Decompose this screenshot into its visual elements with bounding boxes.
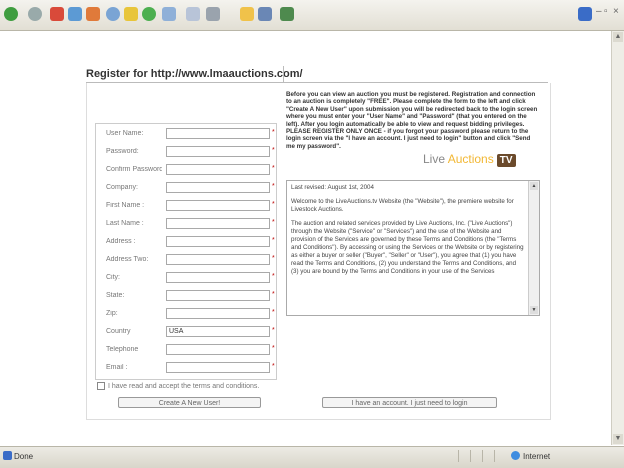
field-label: First Name : [106, 202, 145, 209]
company-input[interactable] [166, 182, 270, 193]
favorites-icon[interactable] [124, 7, 138, 21]
field-label: Zip: [106, 310, 118, 317]
registration-instructions: Before you can view an auction you must … [286, 91, 538, 150]
required-marker: * [272, 147, 275, 154]
required-marker: * [272, 237, 275, 244]
confirm-password-input[interactable] [166, 164, 270, 175]
address-two-input[interactable] [166, 254, 270, 265]
field-label: Last Name : [106, 220, 144, 227]
terms-textarea[interactable]: Last revised: August 1st, 2004 Welcome t… [286, 180, 540, 316]
logo-word-live: Live [423, 152, 446, 166]
field-label: Email : [106, 364, 128, 371]
print-icon[interactable] [206, 7, 220, 21]
refresh-icon[interactable] [68, 7, 82, 21]
scroll-down-icon[interactable]: ▼ [530, 306, 538, 314]
back-icon[interactable] [4, 7, 18, 21]
field-label: City: [106, 274, 120, 281]
accept-terms-checkbox[interactable] [97, 382, 105, 390]
required-marker: * [272, 291, 275, 298]
first-name-input[interactable] [166, 200, 270, 211]
login-button[interactable]: I have an account. I just need to login [322, 397, 497, 408]
title-divider-vertical [283, 66, 284, 83]
browser-toolbar: – ▫ × [0, 0, 624, 31]
telephone-input[interactable] [166, 344, 270, 355]
status-panes [458, 450, 506, 464]
required-marker: * [272, 255, 275, 262]
last-name-input[interactable] [166, 218, 270, 229]
scroll-up-icon[interactable]: ▲ [530, 182, 538, 190]
logo-tv-badge: TV [496, 154, 516, 167]
page-title: Register for http://www.lmaauctions.com/ [86, 68, 303, 80]
windows-logo-icon [578, 7, 592, 21]
security-zone: Internet [523, 452, 551, 461]
required-marker: * [272, 165, 275, 172]
create-user-button[interactable]: Create A New User! [118, 397, 261, 408]
field-label: Address : [106, 238, 136, 245]
page-scrollbar[interactable]: ▲ ▼ [611, 31, 624, 445]
mail-icon[interactable] [186, 7, 200, 21]
field-label: Telephone [106, 346, 139, 353]
search-icon[interactable] [106, 7, 120, 21]
field-label: Company: [106, 184, 138, 191]
password-input[interactable] [166, 146, 270, 157]
zip-input[interactable] [166, 308, 270, 319]
terms-paragraph: Welcome to the LiveAuctions.tv Website (… [291, 198, 514, 213]
required-marker: * [272, 201, 275, 208]
restore-icon[interactable]: ▫ [604, 6, 608, 17]
accept-terms[interactable]: I have read and accept the terms and con… [97, 382, 259, 390]
required-marker: * [272, 273, 275, 280]
globe-icon [511, 451, 520, 460]
required-marker: * [272, 129, 275, 136]
media-icon[interactable] [142, 7, 156, 21]
country-input[interactable] [166, 326, 270, 337]
user-name-input[interactable] [166, 128, 270, 139]
terms-scrollbar[interactable]: ▲ ▼ [528, 181, 539, 315]
folder-icon[interactable] [240, 7, 254, 21]
required-marker: * [272, 219, 275, 226]
page-icon [3, 451, 12, 460]
field-label: State: [106, 292, 125, 299]
required-marker: * [272, 183, 275, 190]
live-auctions-tv-logo: Live Auctions TV [423, 152, 516, 167]
status-bar: Done Internet [0, 446, 624, 468]
required-marker: * [272, 363, 275, 370]
field-label: Address Two: [106, 256, 149, 263]
required-marker: * [272, 327, 275, 334]
history-icon[interactable] [162, 7, 176, 21]
minimize-icon[interactable]: – [596, 6, 602, 17]
required-marker: * [272, 309, 275, 316]
email-input[interactable] [166, 362, 270, 373]
status-text: Done [14, 452, 34, 461]
address-input[interactable] [166, 236, 270, 247]
scroll-up-icon[interactable]: ▲ [613, 32, 623, 42]
edit-icon[interactable] [258, 7, 272, 21]
state-input[interactable] [166, 290, 270, 301]
field-label: Country [106, 328, 131, 335]
terms-paragraph: Last revised: August 1st, 2004 [291, 184, 374, 191]
home-icon[interactable] [86, 7, 100, 21]
forward-icon[interactable] [28, 7, 42, 21]
registration-form: User Name: * Password: * Confirm Passwor… [95, 123, 277, 380]
field-label: Confirm Password: [106, 166, 162, 173]
logo-word-auctions: Auctions [447, 152, 494, 166]
field-label: Password: [106, 148, 139, 155]
accept-terms-label: I have read and accept the terms and con… [108, 382, 260, 390]
scroll-down-icon[interactable]: ▼ [613, 434, 623, 444]
close-icon[interactable]: × [613, 6, 619, 17]
field-label: User Name: [106, 130, 144, 137]
messenger-icon[interactable] [280, 7, 294, 21]
city-input[interactable] [166, 272, 270, 283]
required-marker: * [272, 345, 275, 352]
stop-icon[interactable] [50, 7, 64, 21]
terms-paragraph: The auction and related services provide… [291, 220, 524, 275]
